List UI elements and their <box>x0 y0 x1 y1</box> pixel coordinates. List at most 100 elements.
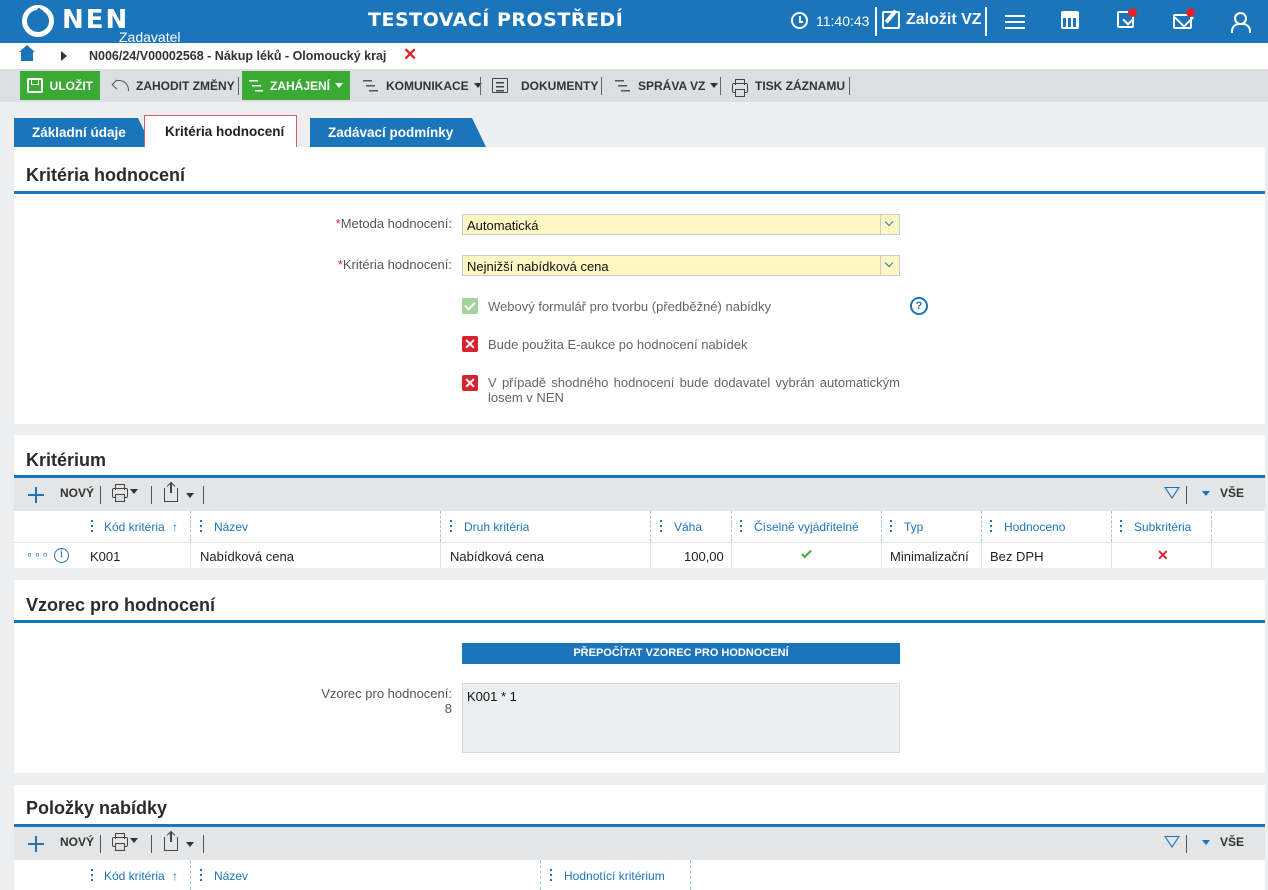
discard-label: ZAHODIT ZMĚNY <box>136 78 235 93</box>
breadcrumb: N006/24/V00002568 - Nákup léků - Olomouc… <box>0 43 1268 69</box>
communication-dropdown-button[interactable]: KOMUNIKACE <box>356 71 489 100</box>
cell-divider <box>650 543 651 568</box>
panel-underline <box>14 620 1265 623</box>
column-handle[interactable] <box>550 869 552 883</box>
view-all-button[interactable]: VŠE <box>1202 835 1244 849</box>
inbox-icon[interactable] <box>1117 8 1137 28</box>
new-button[interactable]: NOVÝ <box>60 835 94 849</box>
auto-lot-checkbox[interactable]: ✕ <box>462 375 478 391</box>
tab-evaluation-criteria[interactable]: Kritéria hodnocení <box>144 115 297 148</box>
view-all-button[interactable]: VŠE <box>1202 486 1244 500</box>
export-icon <box>164 483 178 502</box>
column-handle[interactable] <box>660 520 662 534</box>
chevron-down-icon <box>1202 490 1210 496</box>
documents-button[interactable]: DOKUMENTY <box>485 71 605 100</box>
more-icon[interactable]: ∘∘∘ <box>26 548 50 561</box>
flow-icon <box>615 78 631 93</box>
nen-logo[interactable]: NEN Zadavatel <box>22 5 180 45</box>
menu-icon[interactable] <box>1005 12 1025 32</box>
col-header-kind[interactable]: Druh kritéria <box>464 520 529 534</box>
header-divider <box>985 7 987 36</box>
create-vz-button[interactable]: Založit VZ <box>882 11 982 29</box>
edit-icon <box>882 11 900 29</box>
tab-tender-conditions[interactable]: Zadávací podmínky <box>310 118 486 147</box>
recalculate-formula-button[interactable]: PŘEPOČÍTAT VZOREC PRO HODNOCENÍ <box>462 643 900 664</box>
close-icon[interactable]: ✕ <box>403 45 417 65</box>
column-handle[interactable] <box>740 520 742 534</box>
column-handle[interactable] <box>1120 520 1122 534</box>
save-button[interactable]: ULOŽIT <box>20 71 100 100</box>
plus-icon[interactable] <box>28 836 44 852</box>
web-form-label: Webový formulář pro tvorbu (předběžné) n… <box>488 299 772 314</box>
col-header-name[interactable]: Název <box>214 869 248 883</box>
check-icon <box>801 547 812 559</box>
breadcrumb-current[interactable]: N006/24/V00002568 - Nákup léků - Olomouc… <box>89 49 386 63</box>
manage-label: SPRÁVA VZ <box>638 78 706 93</box>
print-icon <box>112 484 128 502</box>
filter-icon[interactable] <box>1164 836 1180 848</box>
discard-changes-button[interactable]: ZAHODIT ZMĚNY <box>106 71 242 100</box>
col-header-type[interactable]: Typ <box>904 520 923 534</box>
auto-lot-label: V případě shodného hodnocení bude dodava… <box>488 375 900 405</box>
filter-icon[interactable] <box>1164 487 1180 499</box>
chevron-down-icon <box>130 837 138 843</box>
cell-divider <box>1111 543 1112 568</box>
col-header-code[interactable]: Kód kritéria ↑ <box>104 520 178 534</box>
e-auction-checkbox[interactable]: ✕ <box>462 336 478 352</box>
export-menu-button[interactable] <box>164 483 194 502</box>
cell-divider <box>190 543 191 568</box>
print-record-button[interactable]: TISK ZÁZNAMU <box>725 71 852 100</box>
export-menu-button[interactable] <box>164 832 194 851</box>
column-divider <box>1211 511 1212 542</box>
new-button[interactable]: NOVÝ <box>60 486 94 500</box>
user-icon[interactable] <box>1229 11 1251 33</box>
mail-icon[interactable] <box>1173 8 1195 29</box>
manage-vz-dropdown-button[interactable]: SPRÁVA VZ <box>608 71 725 100</box>
column-divider <box>650 511 651 542</box>
cell-code: K001 <box>90 549 121 564</box>
col-header-evaluated[interactable]: Hodnoceno <box>1004 520 1065 534</box>
toolbar-divider <box>849 77 850 95</box>
print-menu-button[interactable] <box>112 484 138 502</box>
start-dropdown-button[interactable]: ZAHÁJENÍ <box>242 71 350 100</box>
plus-icon[interactable] <box>28 487 44 503</box>
column-handle[interactable] <box>91 520 93 534</box>
column-handle[interactable] <box>91 869 93 883</box>
help-icon[interactable]: ? <box>910 297 928 315</box>
print-icon <box>112 833 128 851</box>
print-icon <box>732 78 748 97</box>
formula-panel: Vzorec pro hodnocení PŘEPOČÍTAT VZOREC P… <box>14 580 1265 773</box>
column-handle[interactable] <box>200 869 202 883</box>
calculator-icon[interactable] <box>1061 11 1079 29</box>
col-header-name[interactable]: Název <box>214 520 248 534</box>
chevron-down-icon[interactable] <box>880 256 899 275</box>
info-icon[interactable]: i <box>54 548 69 563</box>
column-handle[interactable] <box>990 520 992 534</box>
column-handle[interactable] <box>890 520 892 534</box>
chevron-down-icon <box>335 83 343 88</box>
panel-title: Kritérium <box>26 450 107 470</box>
method-value: Automatická <box>467 218 539 233</box>
column-handle[interactable] <box>450 520 452 534</box>
chevron-down-icon[interactable] <box>880 215 899 234</box>
session-clock: 11:40:43 <box>791 12 869 29</box>
toolbar-divider <box>1186 835 1187 853</box>
tab-basic-info[interactable]: Základní údaje <box>14 118 152 147</box>
formula-textarea[interactable]: K001 * 1 <box>462 683 900 753</box>
criteria-select[interactable]: Nejnižší nabídková cena <box>462 255 900 276</box>
col-header-weight[interactable]: Váha <box>674 520 702 534</box>
communication-label: KOMUNIKACE <box>386 78 469 93</box>
col-header-numeric[interactable]: Číselně vyjádřitelné <box>754 520 859 534</box>
col-header-subcriteria[interactable]: Subkritéria <box>1134 520 1191 534</box>
grid-toolbar: NOVÝ VŠE <box>14 478 1265 511</box>
column-divider <box>731 511 732 542</box>
col-header-code[interactable]: Kód kritéria ↑ <box>104 869 178 883</box>
print-menu-button[interactable] <box>112 833 138 851</box>
col-header-evaluation-criterion[interactable]: Hodnotící kritérium <box>564 869 665 883</box>
toolbar-divider <box>720 77 721 95</box>
toolbar-divider <box>238 77 239 95</box>
home-icon[interactable] <box>19 45 35 61</box>
method-select[interactable]: Automatická <box>462 214 900 235</box>
column-handle[interactable] <box>200 520 202 534</box>
web-form-checkbox[interactable] <box>462 298 478 314</box>
